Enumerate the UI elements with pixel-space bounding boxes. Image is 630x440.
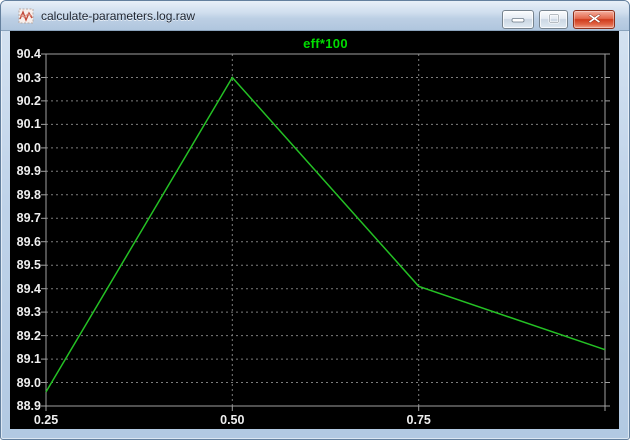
- y-tick-label: 90.2: [10, 94, 41, 108]
- y-tick-label: 90.3: [10, 71, 41, 85]
- y-tick-label: 88.9: [10, 399, 41, 413]
- y-tick-label: 90.4: [10, 47, 41, 61]
- x-tick-label: 0.75: [397, 413, 441, 427]
- y-tick-label: 90.0: [10, 141, 41, 155]
- y-tick-label: 89.8: [10, 188, 41, 202]
- y-tick-label: 89.5: [10, 258, 41, 272]
- y-tick-label: 90.1: [10, 117, 41, 131]
- maximize-button[interactable]: [539, 10, 568, 29]
- y-tick-label: 89.3: [10, 305, 41, 319]
- y-tick-label: 89.2: [10, 329, 41, 343]
- y-tick-label: 89.1: [10, 352, 41, 366]
- y-tick-label: 89.6: [10, 235, 41, 249]
- y-tick-label: 89.7: [10, 211, 41, 225]
- plot-client-area[interactable]: eff*100 90.490.390.290.190.089.989.889.7…: [10, 31, 619, 429]
- close-button[interactable]: [573, 10, 615, 29]
- y-tick-label: 89.4: [10, 282, 41, 296]
- y-tick-label: 89.0: [10, 376, 41, 390]
- plot-canvas[interactable]: [10, 31, 619, 429]
- maximize-icon: [548, 11, 560, 29]
- window-controls: [502, 10, 615, 29]
- x-tick-label: 0.25: [24, 413, 68, 427]
- close-icon: [588, 11, 601, 29]
- waveform-file-icon: [18, 8, 34, 24]
- minimize-icon: [511, 11, 525, 29]
- title-bar[interactable]: calculate-parameters.log.raw: [1, 1, 629, 31]
- window-title: calculate-parameters.log.raw: [41, 9, 195, 23]
- y-tick-label: 89.9: [10, 164, 41, 178]
- minimize-button[interactable]: [502, 10, 534, 29]
- x-tick-label: 0.50: [210, 413, 254, 427]
- waveform-viewer-window: calculate-parameters.log.raw: [0, 0, 630, 440]
